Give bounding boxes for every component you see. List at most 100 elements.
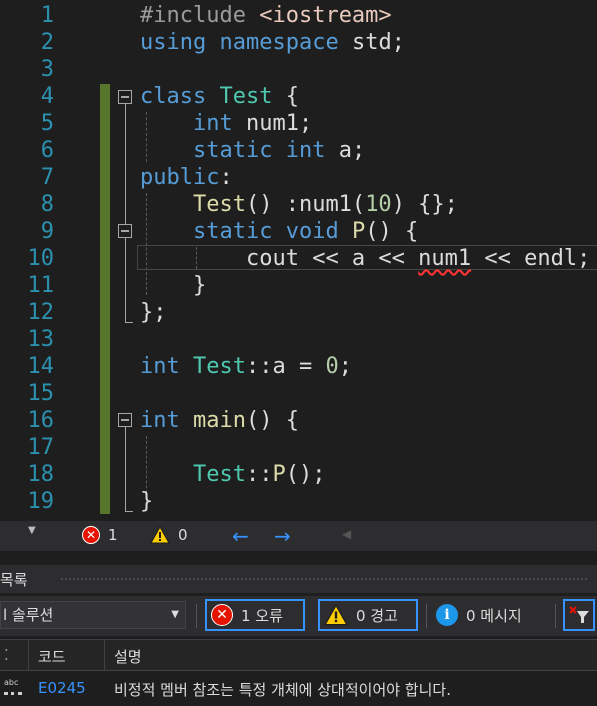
line-number: 9 (40, 219, 54, 244)
filter-icon (569, 606, 589, 623)
code-line: #include <iostream> (140, 2, 392, 29)
messages-filter-label: 0 메시지 (466, 606, 522, 625)
code-line: static void P() { (140, 218, 418, 245)
scope-dropdown[interactable]: l 솔루션 ▼ (0, 601, 186, 629)
function-name: main (193, 408, 246, 433)
keyword: class (140, 84, 207, 109)
messages-filter-button[interactable]: i 0 메시지 (436, 604, 522, 626)
code-line: cout << a << num1 << endl; (140, 245, 590, 272)
line-number: 19 (27, 489, 55, 514)
error-count-indicator[interactable]: ✕ 1 (82, 526, 118, 544)
column-separator[interactable] (104, 640, 105, 670)
code-text: }; (140, 300, 167, 325)
keyword: static (192, 138, 273, 163)
code-line: int Test::a = 0; (140, 353, 352, 380)
keyword: int (140, 354, 180, 379)
code-line: Test() :num1(10) {}; (140, 191, 458, 218)
function-name: Test (192, 192, 246, 217)
code-line: }; (140, 299, 167, 326)
type-name: Test (193, 354, 246, 379)
line-number: 3 (40, 57, 54, 82)
errors-filter-button[interactable]: ✕ 1 오류 (205, 599, 305, 631)
previous-issue-button[interactable]: ← (232, 526, 249, 546)
outline-line (125, 104, 126, 224)
panel-drag-grip[interactable] (60, 577, 587, 582)
line-number: 10 (27, 246, 55, 271)
function-name: P (351, 219, 366, 244)
toolbar-separator (426, 604, 427, 628)
build-intellisense-filter-button[interactable] (563, 599, 595, 631)
code-text: } (192, 273, 207, 298)
warning-count-indicator[interactable]: 0 (150, 526, 188, 544)
code-text: num1; (232, 111, 313, 136)
code-text: ) {}; (391, 192, 458, 217)
outline-line (125, 427, 126, 511)
error-squiggle-token: num1 (418, 246, 472, 271)
line-number: 17 (27, 435, 55, 460)
code-text: a; (325, 138, 366, 163)
code-text: () :num1( (245, 192, 366, 217)
warning-count: 0 (178, 526, 188, 544)
include-path: <iostream> (259, 3, 392, 28)
keyword: void (285, 219, 339, 244)
code-text: } (140, 489, 154, 514)
code-text: :: (245, 462, 273, 487)
chevron-down-icon: ▼ (28, 525, 36, 536)
code-text: () { (245, 408, 299, 433)
line-number: 7 (40, 165, 54, 190)
line-number: 11 (27, 273, 55, 298)
collapse-function-icon[interactable] (118, 224, 132, 238)
warnings-filter-label: 0 경고 (356, 606, 398, 625)
code-line: int main() { (140, 407, 299, 434)
toolbar-separator (196, 604, 197, 628)
line-number: 4 (40, 84, 54, 109)
change-tracking-bar (100, 84, 110, 514)
sort-icon[interactable]: ⁚ (4, 646, 9, 664)
code-text: std; (338, 30, 405, 55)
scroll-left-icon[interactable]: ◀ (342, 527, 351, 541)
outline-end (125, 322, 133, 323)
code-line: } (140, 488, 153, 514)
outline-line (125, 238, 126, 322)
code-line: Test::P(); (140, 461, 325, 488)
line-number: 2 (40, 30, 54, 55)
type-name: Test (219, 84, 273, 109)
number-literal: 0 (325, 354, 339, 379)
code-line: public: (140, 164, 233, 191)
error-code-link[interactable]: E0245 (38, 679, 86, 697)
scope-value: l 솔루션 (3, 606, 54, 624)
line-number: 8 (40, 192, 54, 217)
zoom-dropdown-fragment[interactable]: ▼ (2, 525, 36, 536)
errors-filter-label: 1 오류 (241, 606, 283, 625)
column-header-code[interactable]: 코드 (38, 646, 66, 667)
keyword: int (285, 138, 326, 163)
editor-status-bar: ▼ ✕ 1 0 ← → ◀ (0, 521, 597, 551)
keyword: int (192, 111, 233, 136)
line-number: 1 (40, 3, 54, 28)
line-number: 12 (27, 300, 55, 325)
error-description: 비정적 멤버 참조는 특정 개체에 상대적이어야 합니다. (114, 681, 451, 699)
next-issue-button[interactable]: → (274, 526, 291, 546)
code-text: : (219, 165, 233, 190)
code-line: } (140, 272, 206, 299)
panel-title: 목록 (0, 571, 28, 589)
code-line: using namespace std; (140, 29, 405, 56)
code-text: ::a = (245, 354, 326, 379)
error-list-toolbar: l 솔루션 ▼ ✕ 1 오류 0 경고 i 0 메시지 (0, 596, 597, 636)
code-text: cout << a << (245, 246, 419, 271)
keyword: public (140, 165, 220, 190)
arrow-right-icon: → (274, 524, 291, 548)
column-separator[interactable] (28, 640, 29, 670)
code-text: (); (285, 462, 326, 487)
warning-icon (324, 604, 348, 626)
chevron-down-icon: ▼ (171, 609, 179, 620)
keyword: int (140, 408, 180, 433)
collapse-main-icon[interactable] (118, 413, 132, 427)
collapse-class-icon[interactable] (118, 90, 132, 104)
type-name: Test (192, 462, 246, 487)
error-count: 1 (108, 526, 118, 544)
error-list-row[interactable]: abc E0245 비정적 멤버 참조는 특정 개체에 상대적이어야 합니다. (0, 671, 597, 706)
warnings-filter-button[interactable]: 0 경고 (318, 599, 418, 631)
column-header-description[interactable]: 설명 (114, 646, 142, 667)
code-editor[interactable]: 1 2 3 4 5 6 7 8 9 10 11 12 13 14 15 16 1… (0, 0, 597, 514)
